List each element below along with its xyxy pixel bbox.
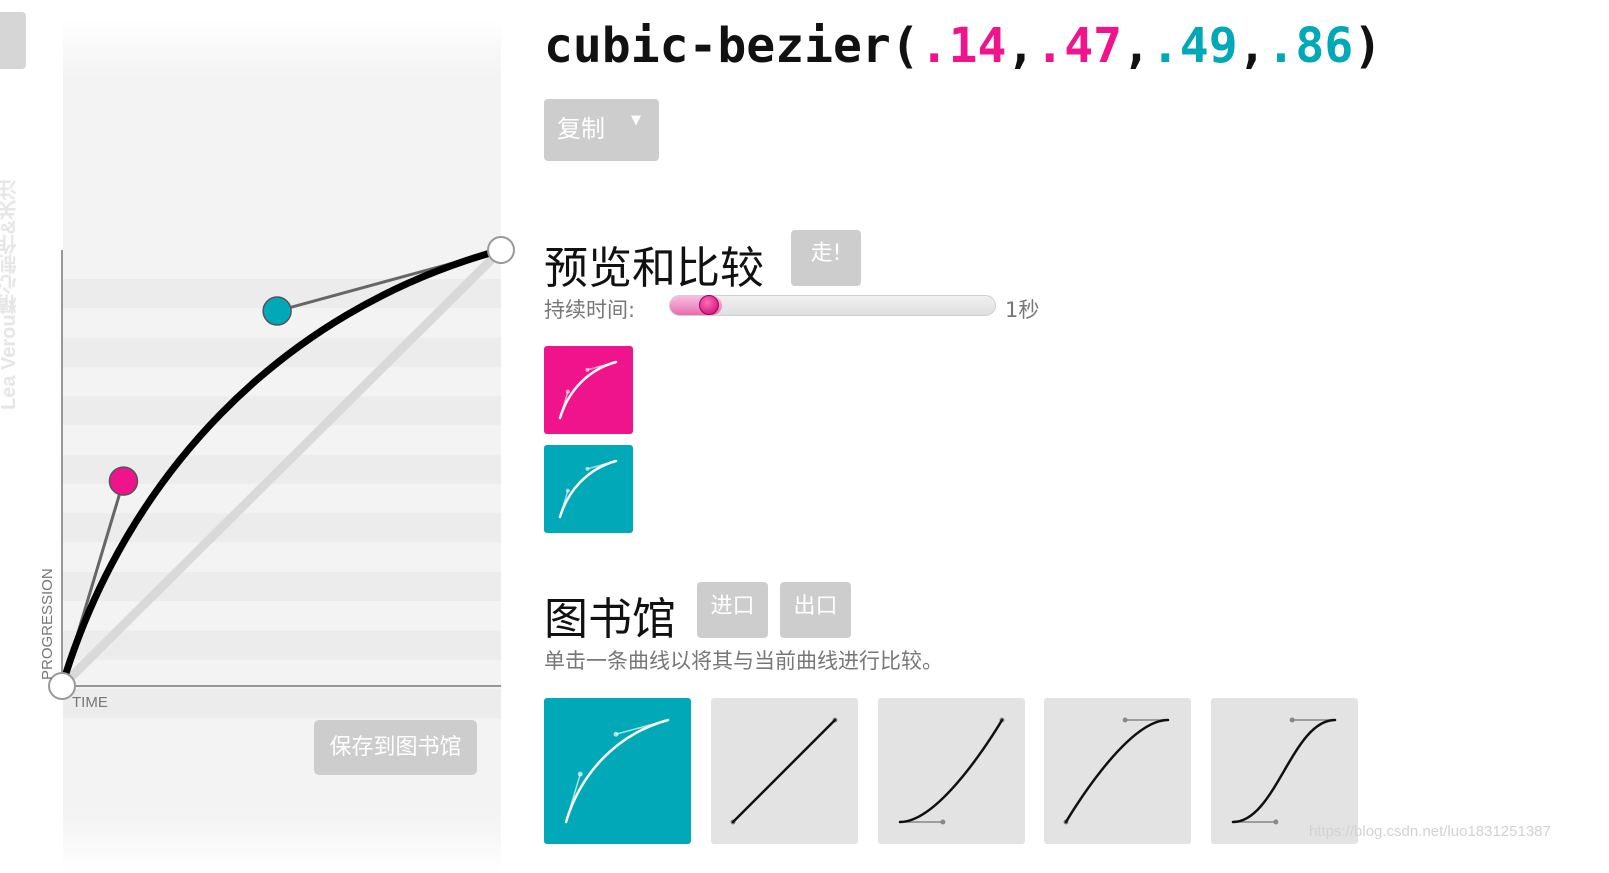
graph-stripes	[63, 279, 501, 719]
cubic-bezier-value[interactable]: cubic-bezier(.14,.47,.49,.86)	[544, 18, 1382, 74]
end-point	[487, 236, 515, 264]
code-sep-1: ,	[1006, 18, 1036, 74]
code-value-1: .14	[919, 18, 1007, 74]
preview-box-compare[interactable]	[544, 445, 633, 533]
x-axis-label: TIME	[72, 694, 108, 711]
mini-curve	[1231, 718, 1337, 824]
library-description: 单击一条曲线以将其与当前曲线进行比较。	[544, 649, 943, 673]
graph-stripe	[63, 630, 501, 660]
mini-control-dot-2	[613, 731, 619, 737]
duration-value: 1秒	[1005, 298, 1040, 322]
code-prefix: cubic-bezier(	[544, 18, 920, 74]
mini-control-dot-2	[585, 466, 590, 471]
mini-curve	[731, 718, 837, 824]
export-button[interactable]: 出口	[780, 582, 851, 638]
curve-thumbnail	[898, 717, 1005, 825]
code-sep-3: ,	[1237, 18, 1267, 74]
curve-thumbnail	[730, 717, 838, 825]
mini-curve	[898, 718, 1004, 824]
graph-stripe	[63, 572, 501, 601]
mini-curve	[1064, 718, 1170, 824]
duration-slider-thumb[interactable]	[699, 295, 719, 315]
preview-heading: 预览和比较	[544, 243, 764, 294]
mini-control-dot-1	[940, 819, 946, 825]
copy-button-label: 复制	[557, 115, 605, 143]
graph-stripe	[63, 689, 501, 719]
mini-control-dot-2	[1289, 717, 1295, 723]
graph-stripe	[63, 396, 501, 426]
mini-control-dot-1	[565, 488, 570, 493]
code-sep-2: ,	[1122, 18, 1151, 74]
code-value-4: .86	[1266, 18, 1354, 74]
library-item[interactable]	[1044, 698, 1191, 844]
dropdown-arrow-icon: ▼	[631, 113, 641, 128]
duration-label: 持续时间:	[544, 298, 636, 322]
duration-slider[interactable]	[669, 295, 996, 316]
mini-control-dot-1	[577, 771, 583, 777]
library-item[interactable]	[878, 698, 1025, 844]
control-point-1[interactable]	[108, 466, 139, 496]
code-value-2: .47	[1035, 18, 1122, 74]
copy-button[interactable]: 复制 ▼	[544, 99, 659, 161]
preview-box-current[interactable]	[544, 346, 633, 434]
curve-thumbnail	[558, 459, 618, 519]
library-heading: 图书馆	[544, 594, 676, 645]
curve-thumbnail	[1063, 717, 1170, 825]
import-button[interactable]: 进口	[697, 582, 768, 638]
mini-control-dot-1	[565, 389, 570, 394]
mini-control-dot-1	[1273, 819, 1279, 825]
mini-control-dot-2	[585, 367, 590, 372]
curve-thumbnail	[564, 718, 670, 824]
library-item[interactable]	[711, 698, 858, 844]
y-axis-label: PROGRESSION	[39, 568, 56, 680]
save-to-library-button[interactable]: 保存到图书馆	[314, 720, 477, 775]
library-item[interactable]	[544, 698, 691, 844]
code-suffix: )	[1353, 18, 1383, 74]
go-button[interactable]: 走!	[791, 230, 861, 286]
curve-thumbnail	[558, 360, 618, 420]
watermark-text: https://blog.csdn.net/luo1831251387	[1309, 823, 1551, 840]
control-point-2[interactable]	[262, 296, 292, 326]
mini-control-dot-2	[1122, 717, 1128, 723]
code-value-3: .49	[1150, 18, 1238, 74]
